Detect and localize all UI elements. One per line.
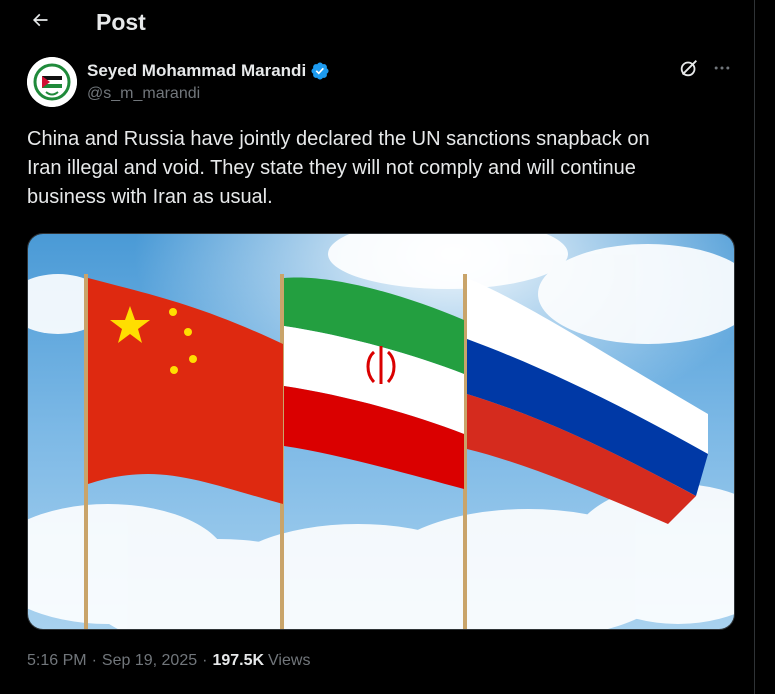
back-button[interactable] bbox=[24, 6, 56, 38]
palestine-flag-emblem-icon bbox=[27, 57, 77, 107]
views-label: Views bbox=[268, 652, 311, 669]
verified-badge-icon[interactable] bbox=[310, 61, 330, 81]
views-count[interactable]: 197.5K bbox=[212, 652, 264, 670]
page-title: Post bbox=[96, 9, 146, 35]
author-handle[interactable]: @s_m_marandi bbox=[87, 85, 200, 103]
post-text: China and Russia have jointly declared t… bbox=[27, 128, 650, 208]
more-options-button[interactable] bbox=[709, 57, 735, 83]
top-bar: Post bbox=[0, 0, 755, 46]
grok-icon bbox=[678, 57, 700, 84]
meta-separator: · bbox=[202, 652, 208, 669]
post-meta: 5:16 PM · Sep 19, 2025 · 197.5K Views bbox=[27, 652, 310, 670]
more-options-icon bbox=[712, 58, 732, 83]
post-date[interactable]: Sep 19, 2025 bbox=[102, 652, 197, 670]
flags-image bbox=[28, 234, 734, 629]
meta-separator: · bbox=[91, 652, 97, 669]
author-display-name[interactable]: Seyed Mohammad Marandi bbox=[87, 61, 306, 81]
author-name-row[interactable]: Seyed Mohammad Marandi bbox=[87, 60, 330, 82]
arrow-left-icon bbox=[30, 10, 50, 35]
post-time[interactable]: 5:16 PM bbox=[27, 652, 87, 670]
avatar[interactable] bbox=[27, 57, 77, 107]
post-image[interactable] bbox=[27, 233, 735, 630]
post-column: Post Seyed Mohammad Marandi @s_m_marandi… bbox=[0, 0, 755, 694]
grok-button[interactable] bbox=[676, 57, 702, 83]
